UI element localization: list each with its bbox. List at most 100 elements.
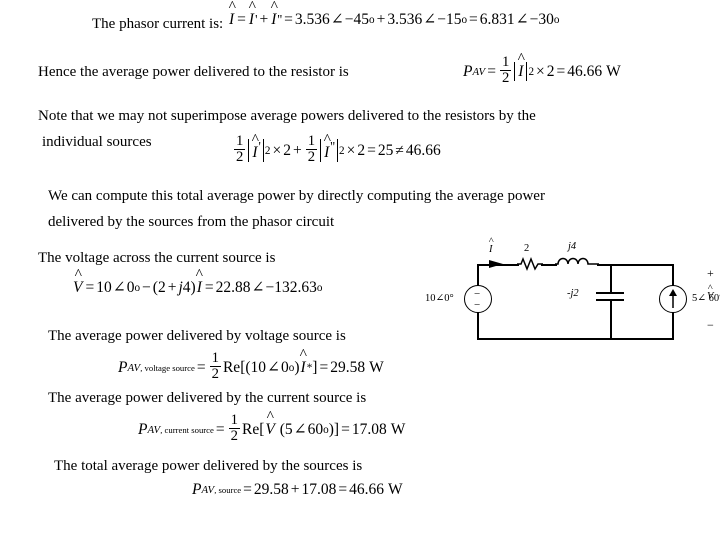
circuit-label-resistor: 2 <box>524 243 530 254</box>
eq5-denominator: 2 <box>209 365 221 382</box>
eq4-result-magnitude: 22.88 <box>215 278 251 296</box>
eq4-source-angle: 0 <box>126 278 135 296</box>
abs-bars-3: I'' <box>320 138 339 163</box>
eq3-current-2: I <box>323 143 330 162</box>
eq5-source-angle: 0 <box>281 358 289 376</box>
text-total-power-intro-line2: delivered by the sources from the phasor… <box>48 214 335 230</box>
wire-current-source-lower <box>672 312 674 340</box>
circuit-label-current: I <box>488 244 494 255</box>
eq1-term1-magnitude: 3.536 <box>294 10 330 28</box>
eq5-unit: W <box>369 358 384 376</box>
wire-left-upper <box>477 264 479 286</box>
eq7-result: 46.66 <box>349 481 385 498</box>
terminal-plus-sign: + <box>707 266 714 280</box>
not-equal-icon: ≠ <box>395 141 404 159</box>
angle-icon-1: ∠ <box>330 11 344 28</box>
equation-voltage-source-power: PAV, voltage source = 1 2 Re[(10∠0o)I*] … <box>118 349 384 383</box>
eq5-result: 29.58 <box>330 358 366 376</box>
angle-icon-7: ∠ <box>293 421 307 438</box>
eq5-source-magnitude: 10 <box>250 358 267 376</box>
eq1-term2-symbol: I <box>270 11 277 29</box>
eq6-real-part-operator: Re <box>242 420 260 438</box>
current-source-arrow-icon <box>669 289 677 308</box>
angle-icon-4: ∠ <box>112 279 126 296</box>
equation-current-source-power: PAV, current source = 1 2 Re[V (5∠60o)] … <box>138 411 405 445</box>
circuit-label-voltage-across: V <box>706 291 714 302</box>
wire-capacitor-upper <box>610 264 612 292</box>
eq6-result: 17.08 <box>351 420 387 438</box>
equation-total-source-power: P AV, source = 29.58 + 17.08 = 46.66 W <box>192 481 403 498</box>
eq2-current-symbol: I <box>517 62 524 81</box>
wire-left-lower <box>477 312 479 340</box>
eq4-lhs-symbol: V <box>72 279 83 297</box>
phasor-circuit-diagram: I 2 j4 − − 10∠0° -j2 5∠ 60° + V − <box>425 238 720 348</box>
text-resistor-power-intro: Hence the average power delivered to the… <box>38 64 349 80</box>
text-voltage-source-power-intro: The average power delivered by voltage s… <box>48 328 346 344</box>
eq4-result-angle: 132.63 <box>274 278 317 296</box>
degree-icon-3: o <box>553 13 560 26</box>
eq3-factor-2: 2 <box>357 141 366 159</box>
eq1-term2-magnitude: 3.536 <box>387 10 423 28</box>
wire-inductor-to-node <box>597 264 611 266</box>
wire-top-right <box>610 264 673 266</box>
eq1-term2-angle: 15 <box>445 10 462 28</box>
text-total-source-power-intro: The total average power delivered by the… <box>54 458 363 474</box>
eq6-subscript-detail: , current source <box>160 424 214 435</box>
text-voltage-across-source: The voltage across the current source is <box>38 250 276 266</box>
eq2-denominator: 2 <box>499 69 512 86</box>
eq2-numerator: 1 <box>501 53 510 70</box>
text-superposition-warning-line1: Note that we may not superimpose average… <box>38 108 536 124</box>
terminal-minus-sign: − <box>707 318 714 332</box>
text-current-source-power-intro: The average power delivered by the curre… <box>48 390 367 406</box>
eq7-subscript-detail: , source <box>214 485 242 495</box>
fraction-one-half-4: 1 2 <box>209 349 221 382</box>
eq6-source-angle: 60 <box>307 420 324 438</box>
eq4-impedance-imag: 4 <box>182 278 191 296</box>
eq1-lhs-symbol: I <box>228 11 235 29</box>
abs-bars-1: I <box>514 61 528 82</box>
eq3-denominator-1: 2 <box>234 148 246 165</box>
eq1-result-magnitude: 6.831 <box>479 10 515 28</box>
eq6-denominator: 2 <box>228 427 240 444</box>
circuit-label-voltage-source: 10∠0° <box>425 293 454 304</box>
circuit-voltage-symbol: V <box>706 291 714 302</box>
degree-icon-5: o <box>316 281 323 294</box>
angle-icon-6: ∠ <box>267 359 281 376</box>
equation-superposition-invalid: 1 2 I'2 × 2 + 1 2 I''2 × 2 = 25 ≠ 46.66 <box>232 132 441 166</box>
capacitor-plate-top <box>596 292 624 294</box>
circuit-label-inductor: j4 <box>568 241 577 252</box>
text-superposition-warning-line2: individual sources <box>42 134 152 150</box>
wire-bottom <box>477 338 673 340</box>
eq5-numerator: 1 <box>211 349 219 366</box>
circuit-label-capacitor: -j2 <box>567 288 579 299</box>
eq2-result: 46.66 <box>567 62 603 80</box>
voltage-source-polarity-bottom: − <box>474 299 481 311</box>
eq7-subscript-main: AV <box>201 484 215 496</box>
eq6-numerator: 1 <box>230 411 238 428</box>
fraction-one-half-2: 1 2 <box>234 132 246 165</box>
eq5-real-part-operator: Re <box>222 358 241 376</box>
equation-resistor-average-power: PAV = 1 2 I2 × 2 = 46.66 W <box>463 53 621 87</box>
text-phasor-current-intro: The phasor current is: <box>92 16 224 32</box>
fraction-one-half-1: 1 2 <box>499 53 512 86</box>
eq3-numerator-1: 1 <box>236 132 244 149</box>
eq3-not-equal-value: 46.66 <box>405 141 441 159</box>
wire-current-source-upper <box>672 264 674 286</box>
angle-icon-2: ∠ <box>423 11 437 28</box>
eq3-denominator-2: 2 <box>305 148 318 165</box>
eq3-numerator-2: 1 <box>307 132 316 149</box>
eq7-term2: 17.08 <box>301 481 337 498</box>
eq3-current-1: I <box>251 143 258 162</box>
eq2-unit: W <box>606 62 621 80</box>
eq6-voltage-symbol: V <box>264 421 275 439</box>
eq6-subscript-main: AV <box>147 423 161 436</box>
eq2-subscript: AV <box>472 65 486 78</box>
eq3-factor-1: 2 <box>283 141 291 159</box>
current-direction-arrow-icon <box>489 260 503 268</box>
eq2-factor: 2 <box>546 62 555 80</box>
fraction-one-half-5: 1 2 <box>228 411 240 444</box>
eq3-result: 25 <box>377 141 394 159</box>
equation-voltage-across-current-source: V = 10∠0o − (2+j4)I = 22.88∠−132.63o <box>72 278 322 297</box>
inductor-symbol <box>555 257 599 265</box>
eq4-impedance-real: 2 <box>157 278 166 296</box>
